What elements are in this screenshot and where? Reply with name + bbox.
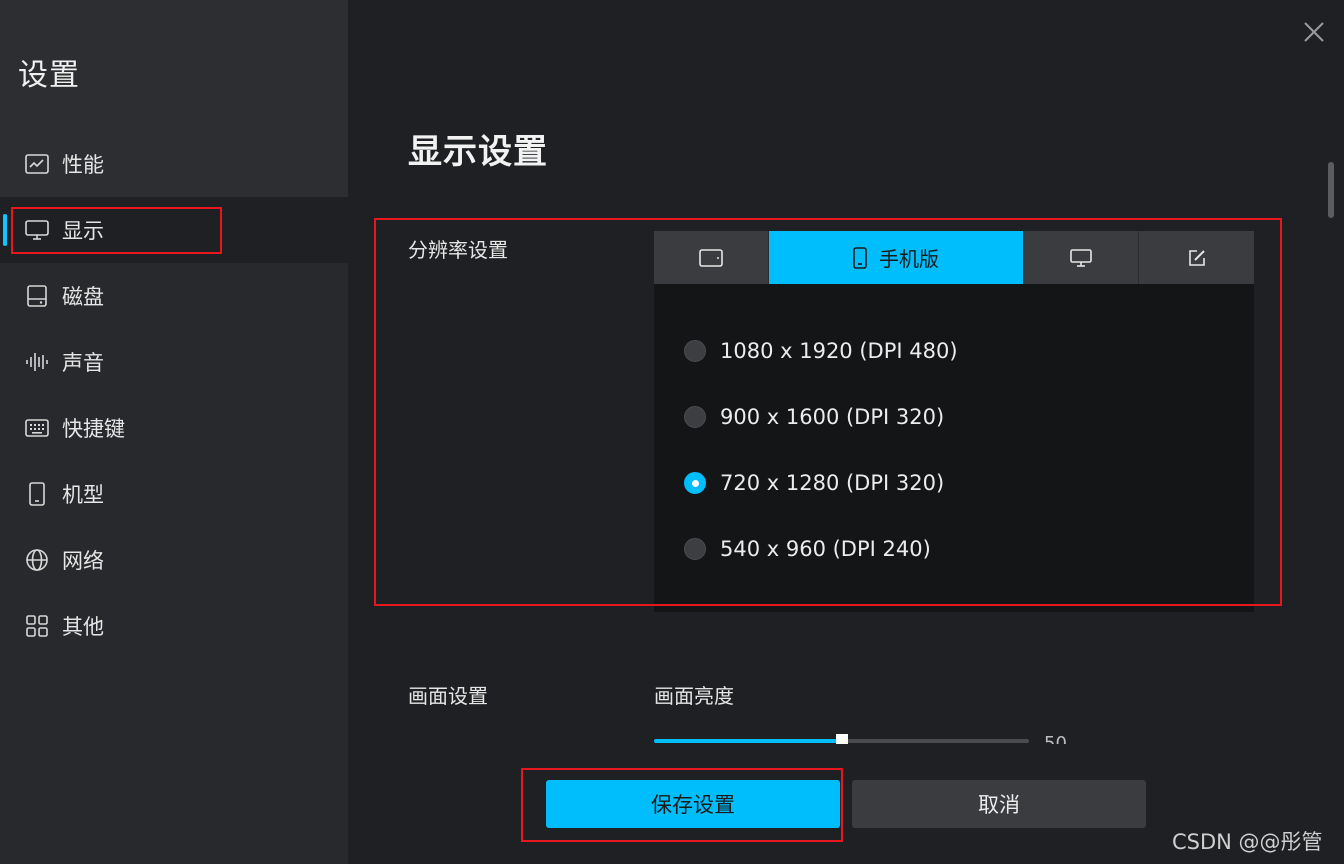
resolution-option-1080x1920[interactable]: 1080 x 1920 (DPI 480) <box>684 336 958 366</box>
monitor-icon <box>24 217 50 243</box>
brightness-label: 画面亮度 <box>654 684 734 708</box>
sidebar-item-shortcuts[interactable]: 快捷键 <box>0 395 348 461</box>
scrollbar[interactable] <box>1328 162 1334 218</box>
sidebar-item-sound[interactable]: 声音 <box>0 329 348 395</box>
desktop-icon <box>1070 248 1092 267</box>
sidebar-item-label: 其他 <box>62 615 104 639</box>
phone-icon <box>24 481 50 507</box>
resolution-section-label: 分辨率设置 <box>408 238 508 262</box>
sidebar-item-model[interactable]: 机型 <box>0 461 348 527</box>
sidebar-item-label: 性能 <box>62 153 104 177</box>
resolution-option-540x960[interactable]: 540 x 960 (DPI 240) <box>684 534 931 564</box>
resolution-option-720x1280[interactable]: 720 x 1280 (DPI 320) <box>684 468 944 498</box>
close-button[interactable] <box>1300 18 1328 46</box>
tab-desktop[interactable] <box>1024 231 1139 284</box>
performance-chart-icon <box>24 151 50 177</box>
tablet-icon <box>699 248 723 267</box>
sidebar: 设置 性能 显示 磁盘 声音 快捷键 机型 网络 其他 <box>0 0 348 864</box>
radio-button[interactable] <box>684 340 706 362</box>
tab-phone-label: 手机版 <box>879 247 939 271</box>
tab-tablet[interactable] <box>654 231 769 284</box>
page-title: 显示设置 <box>408 132 548 172</box>
sidebar-item-label: 磁盘 <box>62 285 104 309</box>
cancel-button[interactable]: 取消 <box>852 780 1146 828</box>
close-icon <box>1304 22 1324 42</box>
sidebar-item-label: 网络 <box>62 549 104 573</box>
edit-icon <box>1188 249 1205 266</box>
save-button[interactable]: 保存设置 <box>546 780 840 828</box>
sidebar-item-label: 快捷键 <box>62 417 125 441</box>
tab-phone[interactable]: 手机版 <box>769 231 1024 284</box>
resolution-option-label: 540 x 960 (DPI 240) <box>720 537 931 561</box>
sidebar-item-performance[interactable]: 性能 <box>0 131 348 197</box>
sidebar-item-label: 声音 <box>62 351 104 375</box>
globe-icon <box>24 547 50 573</box>
sidebar-item-other[interactable]: 其他 <box>0 593 348 659</box>
sidebar-item-disk[interactable]: 磁盘 <box>0 263 348 329</box>
sidebar-item-network[interactable]: 网络 <box>0 527 348 593</box>
picture-section-label: 画面设置 <box>408 684 488 708</box>
brightness-slider-fill <box>654 739 842 743</box>
resolution-option-label: 720 x 1280 (DPI 320) <box>720 471 945 495</box>
resolution-tabs: 手机版 <box>654 231 1254 284</box>
resolution-option-900x1600[interactable]: 900 x 1600 (DPI 320) <box>684 402 944 432</box>
brightness-slider[interactable] <box>654 734 1029 746</box>
disk-icon <box>24 283 50 309</box>
radio-button[interactable] <box>684 406 706 428</box>
phone-icon <box>853 246 867 269</box>
sidebar-item-display[interactable]: 显示 <box>0 197 348 263</box>
watermark: CSDN @@彤管 <box>1172 830 1323 854</box>
radio-button[interactable] <box>684 538 706 560</box>
sidebar-title: 设置 <box>18 58 80 93</box>
resolution-option-label: 900 x 1600 (DPI 320) <box>720 405 945 429</box>
keyboard-icon <box>24 415 50 441</box>
sound-wave-icon <box>24 349 50 375</box>
tab-custom[interactable] <box>1139 231 1254 284</box>
grid-icon <box>24 613 50 639</box>
radio-button-checked[interactable] <box>684 472 706 494</box>
sidebar-item-label: 机型 <box>62 483 104 507</box>
sidebar-item-label: 显示 <box>62 219 104 243</box>
resolution-option-label: 1080 x 1920 (DPI 480) <box>720 339 958 363</box>
